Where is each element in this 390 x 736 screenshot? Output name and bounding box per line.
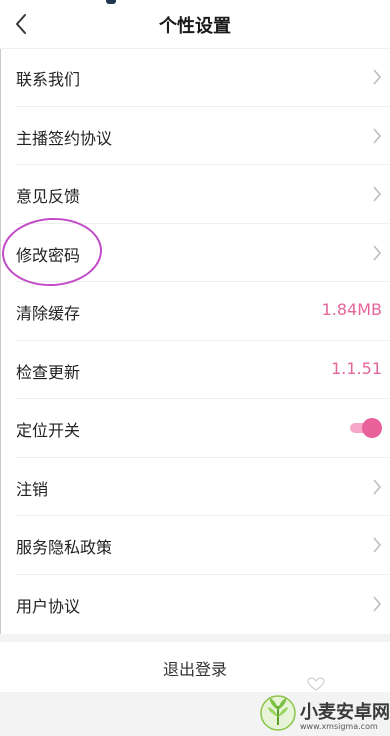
settings-item-contact-us[interactable]: 联系我们 xyxy=(0,48,390,107)
cache-size-value: 1.84MB xyxy=(321,300,382,319)
chevron-right-icon xyxy=(373,244,382,261)
watermark-logo-icon xyxy=(260,695,296,731)
heart-icon xyxy=(307,677,325,691)
toggle-knob xyxy=(362,418,382,438)
settings-item-label: 意见反馈 xyxy=(16,187,81,206)
settings-item-privacy-policy[interactable]: 服务隐私政策 xyxy=(0,516,390,575)
chevron-right-icon xyxy=(373,69,382,85)
chevron-right-icon xyxy=(373,127,382,144)
settings-item-label: 定位开关 xyxy=(16,421,81,440)
settings-item-user-agreement[interactable]: 用户协议 xyxy=(0,575,390,634)
settings-item-label: 主播签约协议 xyxy=(16,128,113,148)
chevron-right-icon xyxy=(373,595,382,612)
page-title: 个性设置 xyxy=(159,16,231,37)
settings-list: 联系我们 主播签约协议 意见反馈 修改密码 清除缓存 1.84MB 检查更新 1… xyxy=(0,48,390,633)
settings-item-clear-cache[interactable]: 清除缓存 1.84MB xyxy=(0,282,390,341)
settings-item-location: 定位开关 xyxy=(0,399,390,458)
status-indicator xyxy=(106,0,116,4)
settings-item-streamer-agreement[interactable]: 主播签约协议 xyxy=(0,107,390,166)
location-toggle[interactable] xyxy=(348,418,382,438)
settings-item-label: 检查更新 xyxy=(16,362,81,382)
logout-button[interactable]: 退出登录 xyxy=(0,642,390,692)
settings-item-label: 注销 xyxy=(16,479,49,499)
settings-item-deactivate[interactable]: 注销 xyxy=(0,458,390,517)
chevron-right-icon xyxy=(373,537,382,553)
settings-item-label: 服务隐私政策 xyxy=(16,538,113,557)
watermark-name: 小麦安卓网 xyxy=(300,702,390,723)
section-gap xyxy=(0,634,390,642)
settings-item-label: 用户协议 xyxy=(16,596,81,616)
logout-label: 退出登录 xyxy=(162,660,227,679)
header-bar: 个性设置 xyxy=(0,0,390,49)
settings-item-label: 联系我们 xyxy=(16,70,81,89)
watermark-url: www.xmsigma.com xyxy=(300,722,378,731)
chevron-right-icon xyxy=(373,478,382,495)
settings-item-feedback[interactable]: 意见反馈 xyxy=(0,165,390,224)
version-value: 1.1.51 xyxy=(331,358,382,378)
settings-item-check-update[interactable]: 检查更新 1.1.51 xyxy=(0,341,390,400)
settings-item-label: 清除缓存 xyxy=(16,304,81,323)
chevron-right-icon xyxy=(373,186,382,202)
